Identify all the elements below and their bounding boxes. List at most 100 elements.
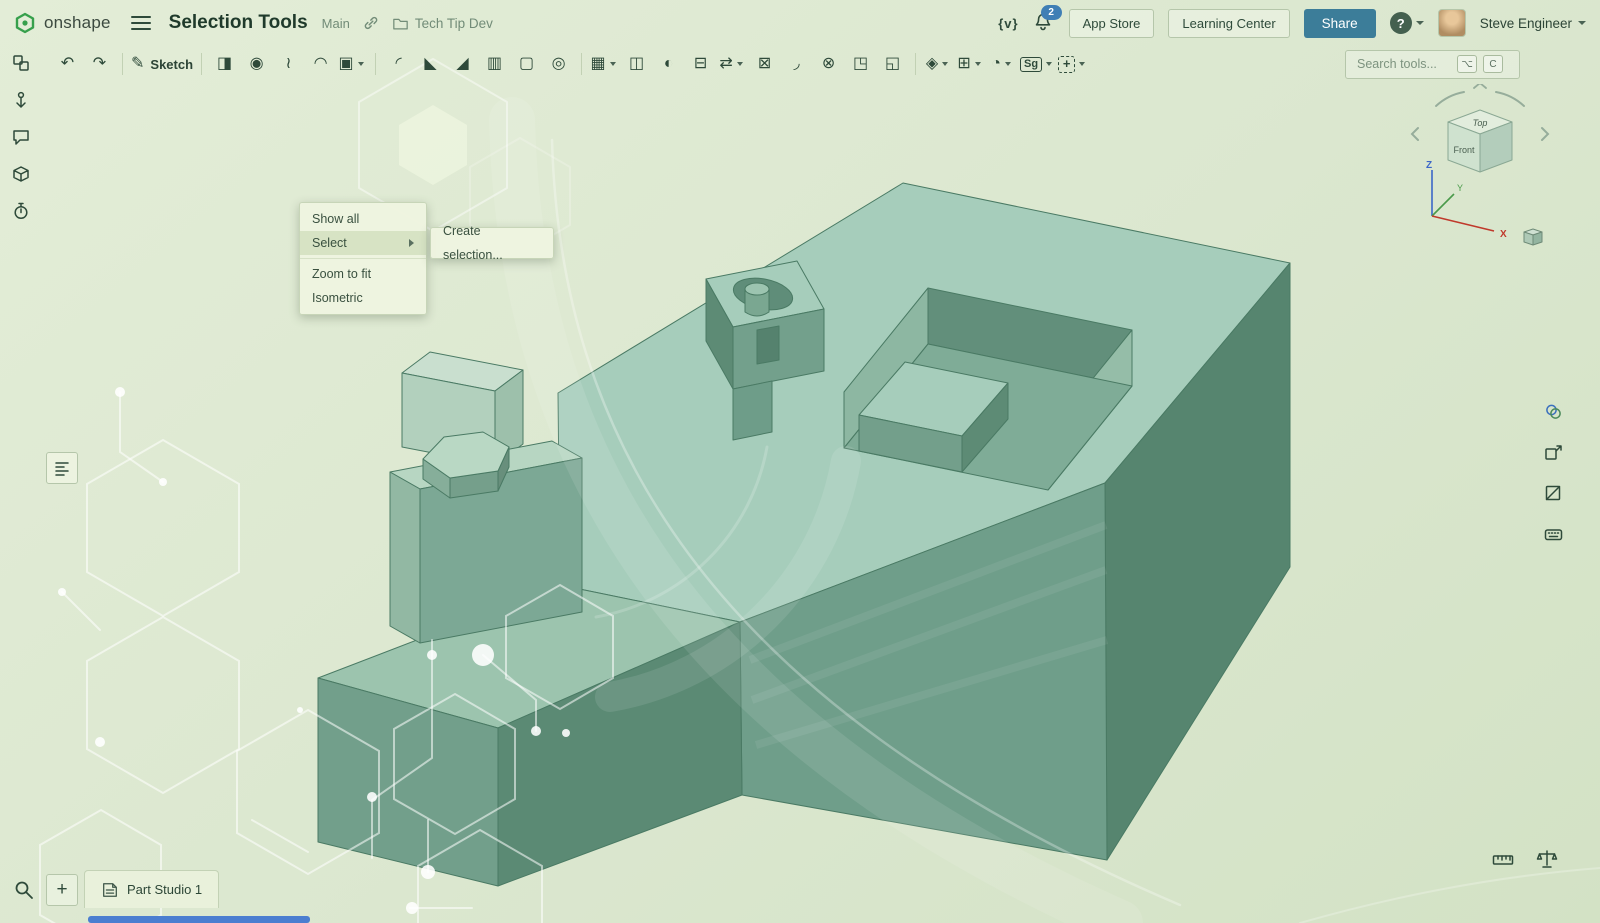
chevron-down-icon bbox=[1416, 21, 1424, 25]
share-button[interactable]: Share bbox=[1304, 9, 1376, 38]
document-title[interactable]: Selection Tools bbox=[169, 12, 308, 34]
move-face-button[interactable]: ◳ bbox=[845, 50, 876, 78]
revolve-button[interactable]: ◉ bbox=[241, 50, 272, 78]
chevron-down-icon[interactable] bbox=[610, 62, 616, 66]
search-tools-input[interactable] bbox=[1355, 56, 1451, 72]
learning-center-button[interactable]: Learning Center bbox=[1168, 9, 1289, 38]
feature-list-flyout-button[interactable] bbox=[46, 452, 78, 484]
measure-icon[interactable] bbox=[1488, 844, 1518, 874]
chamfer-button[interactable]: ◣ bbox=[415, 50, 446, 78]
extrude-button[interactable]: ◨ bbox=[209, 50, 240, 78]
chevron-down-icon[interactable] bbox=[737, 62, 743, 66]
loft-button[interactable]: ◠ bbox=[305, 50, 336, 78]
tab-part-studio-1[interactable]: Part Studio 1 bbox=[84, 870, 219, 908]
menu-item-label: Isometric bbox=[312, 286, 363, 310]
surface-tools-button[interactable]: ◔ bbox=[987, 50, 1018, 78]
comments-icon[interactable] bbox=[6, 122, 36, 152]
view-cube-front-label: Front bbox=[1453, 145, 1475, 155]
linear-pattern-icon: ▦ bbox=[590, 56, 605, 72]
surface-tools-icon: ◔ bbox=[991, 56, 1001, 72]
add-tab-button[interactable]: + bbox=[46, 874, 78, 906]
horizontal-scrollbar[interactable] bbox=[88, 916, 310, 923]
avatar[interactable] bbox=[1438, 9, 1466, 37]
left-rail bbox=[6, 48, 36, 226]
mass-properties-icon[interactable] bbox=[1532, 844, 1562, 874]
history-icon[interactable] bbox=[6, 196, 36, 226]
zoom-window-icon[interactable] bbox=[10, 876, 38, 904]
versions-icon[interactable]: {v} bbox=[998, 16, 1018, 31]
menu-item-isometric[interactable]: Isometric bbox=[300, 286, 426, 310]
split-button[interactable]: ⊟ bbox=[685, 50, 716, 78]
thicken-button[interactable]: ▣ bbox=[337, 50, 368, 78]
selection-group-button[interactable]: Sg bbox=[1019, 50, 1056, 78]
delete-face-button[interactable]: ⊗ bbox=[813, 50, 844, 78]
menu-item-zoom-to-fit[interactable]: Zoom to fit bbox=[300, 262, 426, 286]
toolbar-separator bbox=[122, 53, 123, 75]
fillet-button[interactable]: ◜ bbox=[383, 50, 414, 78]
shell-icon: ▢ bbox=[519, 56, 534, 72]
linear-pattern-button[interactable]: ▦ bbox=[589, 50, 620, 78]
menu-item-show-all[interactable]: Show all bbox=[300, 207, 426, 231]
link-icon[interactable] bbox=[362, 14, 380, 32]
chevron-down-icon[interactable] bbox=[1046, 62, 1052, 66]
app-store-button[interactable]: App Store bbox=[1069, 9, 1155, 38]
context-menu: Show allSelect Zoom to fitIsometric bbox=[299, 202, 427, 315]
bottom-right-tools bbox=[1488, 844, 1562, 874]
chamfer-icon: ◣ bbox=[424, 56, 436, 72]
delete-part-button[interactable]: ⊠ bbox=[749, 50, 780, 78]
menu-item-create-selection[interactable]: Create selection... bbox=[431, 231, 553, 255]
sketch-button[interactable]: ✎Sketch bbox=[130, 50, 194, 78]
transform-button[interactable]: ⇄ bbox=[717, 50, 748, 78]
graphics-area[interactable] bbox=[0, 0, 1600, 923]
thicken-icon: ▣ bbox=[338, 56, 353, 72]
appearances-icon[interactable] bbox=[1538, 396, 1568, 426]
chevron-down-icon[interactable] bbox=[942, 62, 948, 66]
notifications-button[interactable]: 2 bbox=[1033, 12, 1055, 34]
keyboard-shortcuts-icon[interactable] bbox=[1538, 519, 1568, 549]
branch-label[interactable]: Main bbox=[322, 16, 350, 31]
submenu-arrow-icon bbox=[409, 239, 414, 247]
redo-button[interactable]: ↷ bbox=[84, 50, 115, 78]
replace-face-button[interactable]: ◱ bbox=[877, 50, 908, 78]
parts-icon[interactable] bbox=[6, 159, 36, 189]
frame-tools-button[interactable]: ⊞ bbox=[955, 50, 986, 78]
mate-connector-icon[interactable] bbox=[6, 85, 36, 115]
chevron-down-icon[interactable] bbox=[1005, 62, 1011, 66]
shell-button[interactable]: ▢ bbox=[511, 50, 542, 78]
sheet-metal-tools-button[interactable]: ◈ bbox=[923, 50, 954, 78]
mirror-button[interactable]: ◫ bbox=[621, 50, 652, 78]
visibility-options-icon[interactable] bbox=[1538, 437, 1568, 467]
project-location[interactable]: Tech Tip Dev bbox=[392, 16, 493, 31]
axis-x-label: X bbox=[1500, 229, 1507, 240]
chevron-down-icon[interactable] bbox=[975, 62, 981, 66]
section-view-icon[interactable] bbox=[1538, 478, 1568, 508]
axis-triad bbox=[1432, 170, 1494, 231]
toolbar-tools: ↶ ↷ ✎Sketch ◨ ◉ ≀◠▣ ◜ ◣ ◢▥ ▢ ◎ ▦ ◫ ◐ ⊟⇄⊠◞⊗◳ ◱ ◈⊞ ◔ Sg+ bbox=[52, 50, 1089, 78]
menu-item-select[interactable]: Select bbox=[300, 231, 426, 255]
user-menu[interactable]: Steve Engineer bbox=[1480, 16, 1586, 31]
help-menu[interactable]: ? bbox=[1390, 12, 1424, 34]
undo-icon: ↶ bbox=[61, 56, 74, 72]
hole-button[interactable]: ◎ bbox=[543, 50, 574, 78]
sweep-button[interactable]: ≀ bbox=[273, 50, 304, 78]
boolean-button[interactable]: ◐ bbox=[653, 50, 684, 78]
boolean-icon: ◐ bbox=[664, 56, 674, 72]
help-icon: ? bbox=[1390, 12, 1412, 34]
onshape-logo[interactable]: onshape bbox=[14, 12, 111, 34]
search-tools[interactable]: ⌥ C bbox=[1345, 50, 1520, 79]
onshape-logo-text: onshape bbox=[44, 13, 111, 33]
chevron-down-icon[interactable] bbox=[358, 62, 364, 66]
modify-fillet-button[interactable]: ◞ bbox=[781, 50, 812, 78]
instances-icon[interactable] bbox=[6, 48, 36, 78]
rib-button[interactable]: ▥ bbox=[479, 50, 510, 78]
undo-button[interactable]: ↶ bbox=[52, 50, 83, 78]
view-cube-home-icon[interactable] bbox=[1524, 229, 1542, 245]
chevron-down-icon[interactable] bbox=[1079, 62, 1085, 66]
named-views-button[interactable]: + bbox=[1057, 50, 1089, 78]
view-cube-widget: Top Front Z Y X bbox=[1402, 84, 1562, 259]
part-studio-model[interactable] bbox=[318, 183, 1290, 886]
replace-face-icon: ◱ bbox=[885, 56, 900, 72]
draft-button[interactable]: ◢ bbox=[447, 50, 478, 78]
revolve-icon: ◉ bbox=[250, 56, 264, 72]
main-menu-icon[interactable] bbox=[131, 16, 151, 30]
